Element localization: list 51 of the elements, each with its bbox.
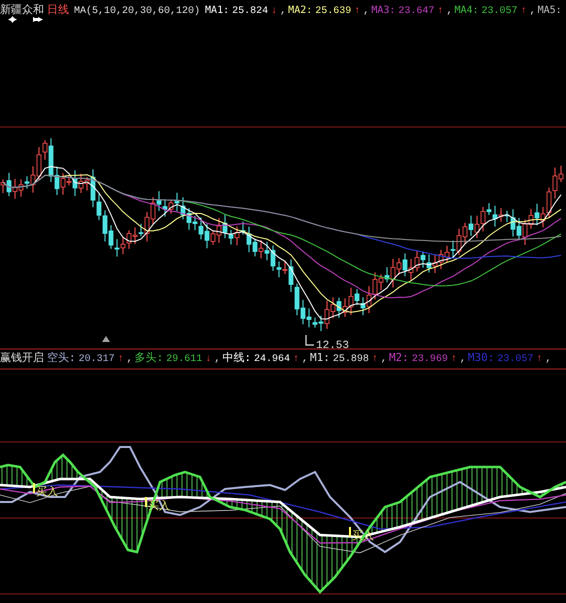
- star-marker-icon: [8, 16, 17, 23]
- indicator-value: 23.969: [412, 354, 448, 365]
- indicator-label: 空头:: [47, 350, 76, 365]
- indicator-value: 23.057: [497, 354, 534, 365]
- indicator-label: 中线:: [222, 350, 251, 365]
- separator: ,: [214, 354, 220, 365]
- indicator-label: MA5:: [538, 5, 562, 16]
- indicator-value: 24.964: [254, 354, 290, 365]
- separator: ,: [280, 6, 286, 17]
- indicator-value: 25.824: [232, 6, 268, 17]
- indicator-value: 23.647: [398, 6, 434, 17]
- separator: ,: [380, 354, 387, 365]
- indicator-value: 25.639: [315, 6, 352, 17]
- indicator-value: 25.898: [332, 354, 369, 365]
- buy-signal-label: 买入: [352, 529, 374, 542]
- separator: ,: [126, 354, 133, 365]
- trend-arrow: ↑: [292, 354, 299, 365]
- indicator-label: M1:: [310, 351, 330, 364]
- triangle-marker-icon: [102, 336, 110, 342]
- separator: ,: [446, 6, 452, 17]
- period-label: 日线: [47, 2, 69, 17]
- trend-arrow: ↑: [372, 354, 378, 365]
- indicator-label: M2:: [388, 351, 409, 364]
- separator: ,: [302, 354, 308, 365]
- separator: ,: [545, 354, 552, 365]
- trend-arrow: ↑: [118, 354, 124, 365]
- formula-label: MA(5,10,20,30,60,120): [74, 6, 200, 17]
- indicator-value: 20.317: [78, 354, 115, 365]
- separator: ,: [530, 6, 536, 17]
- indicator-label: MA2:: [288, 5, 312, 16]
- trend-arrow: ↑: [437, 6, 444, 17]
- leader-line: [306, 334, 314, 346]
- indicator-label: 多头:: [134, 350, 164, 365]
- indicator-label: MA3:: [371, 5, 396, 16]
- trend-arrow: ↑: [450, 354, 457, 365]
- indicator-title: 赢钱开启: [0, 350, 44, 365]
- indicator-label: MA1:: [205, 5, 230, 16]
- trend-arrow: ↑: [520, 6, 527, 17]
- trend-arrow: ↑: [354, 6, 360, 17]
- indicator-value: 29.611: [166, 354, 202, 365]
- trend-arrow: ↓: [205, 354, 212, 365]
- double-arrow-icon: [33, 16, 45, 23]
- indicator-label: M30:: [468, 351, 494, 364]
- low-price-label: 12.53: [316, 340, 350, 350]
- trend-arrow: ↓: [271, 6, 278, 17]
- indicator-value: 23.057: [482, 6, 518, 17]
- separator: ,: [460, 354, 466, 365]
- trend-arrow: ↑: [536, 354, 542, 365]
- separator: ,: [363, 6, 370, 17]
- stock-name: 新疆众和: [0, 2, 44, 17]
- indicator-label: MA4:: [454, 5, 479, 16]
